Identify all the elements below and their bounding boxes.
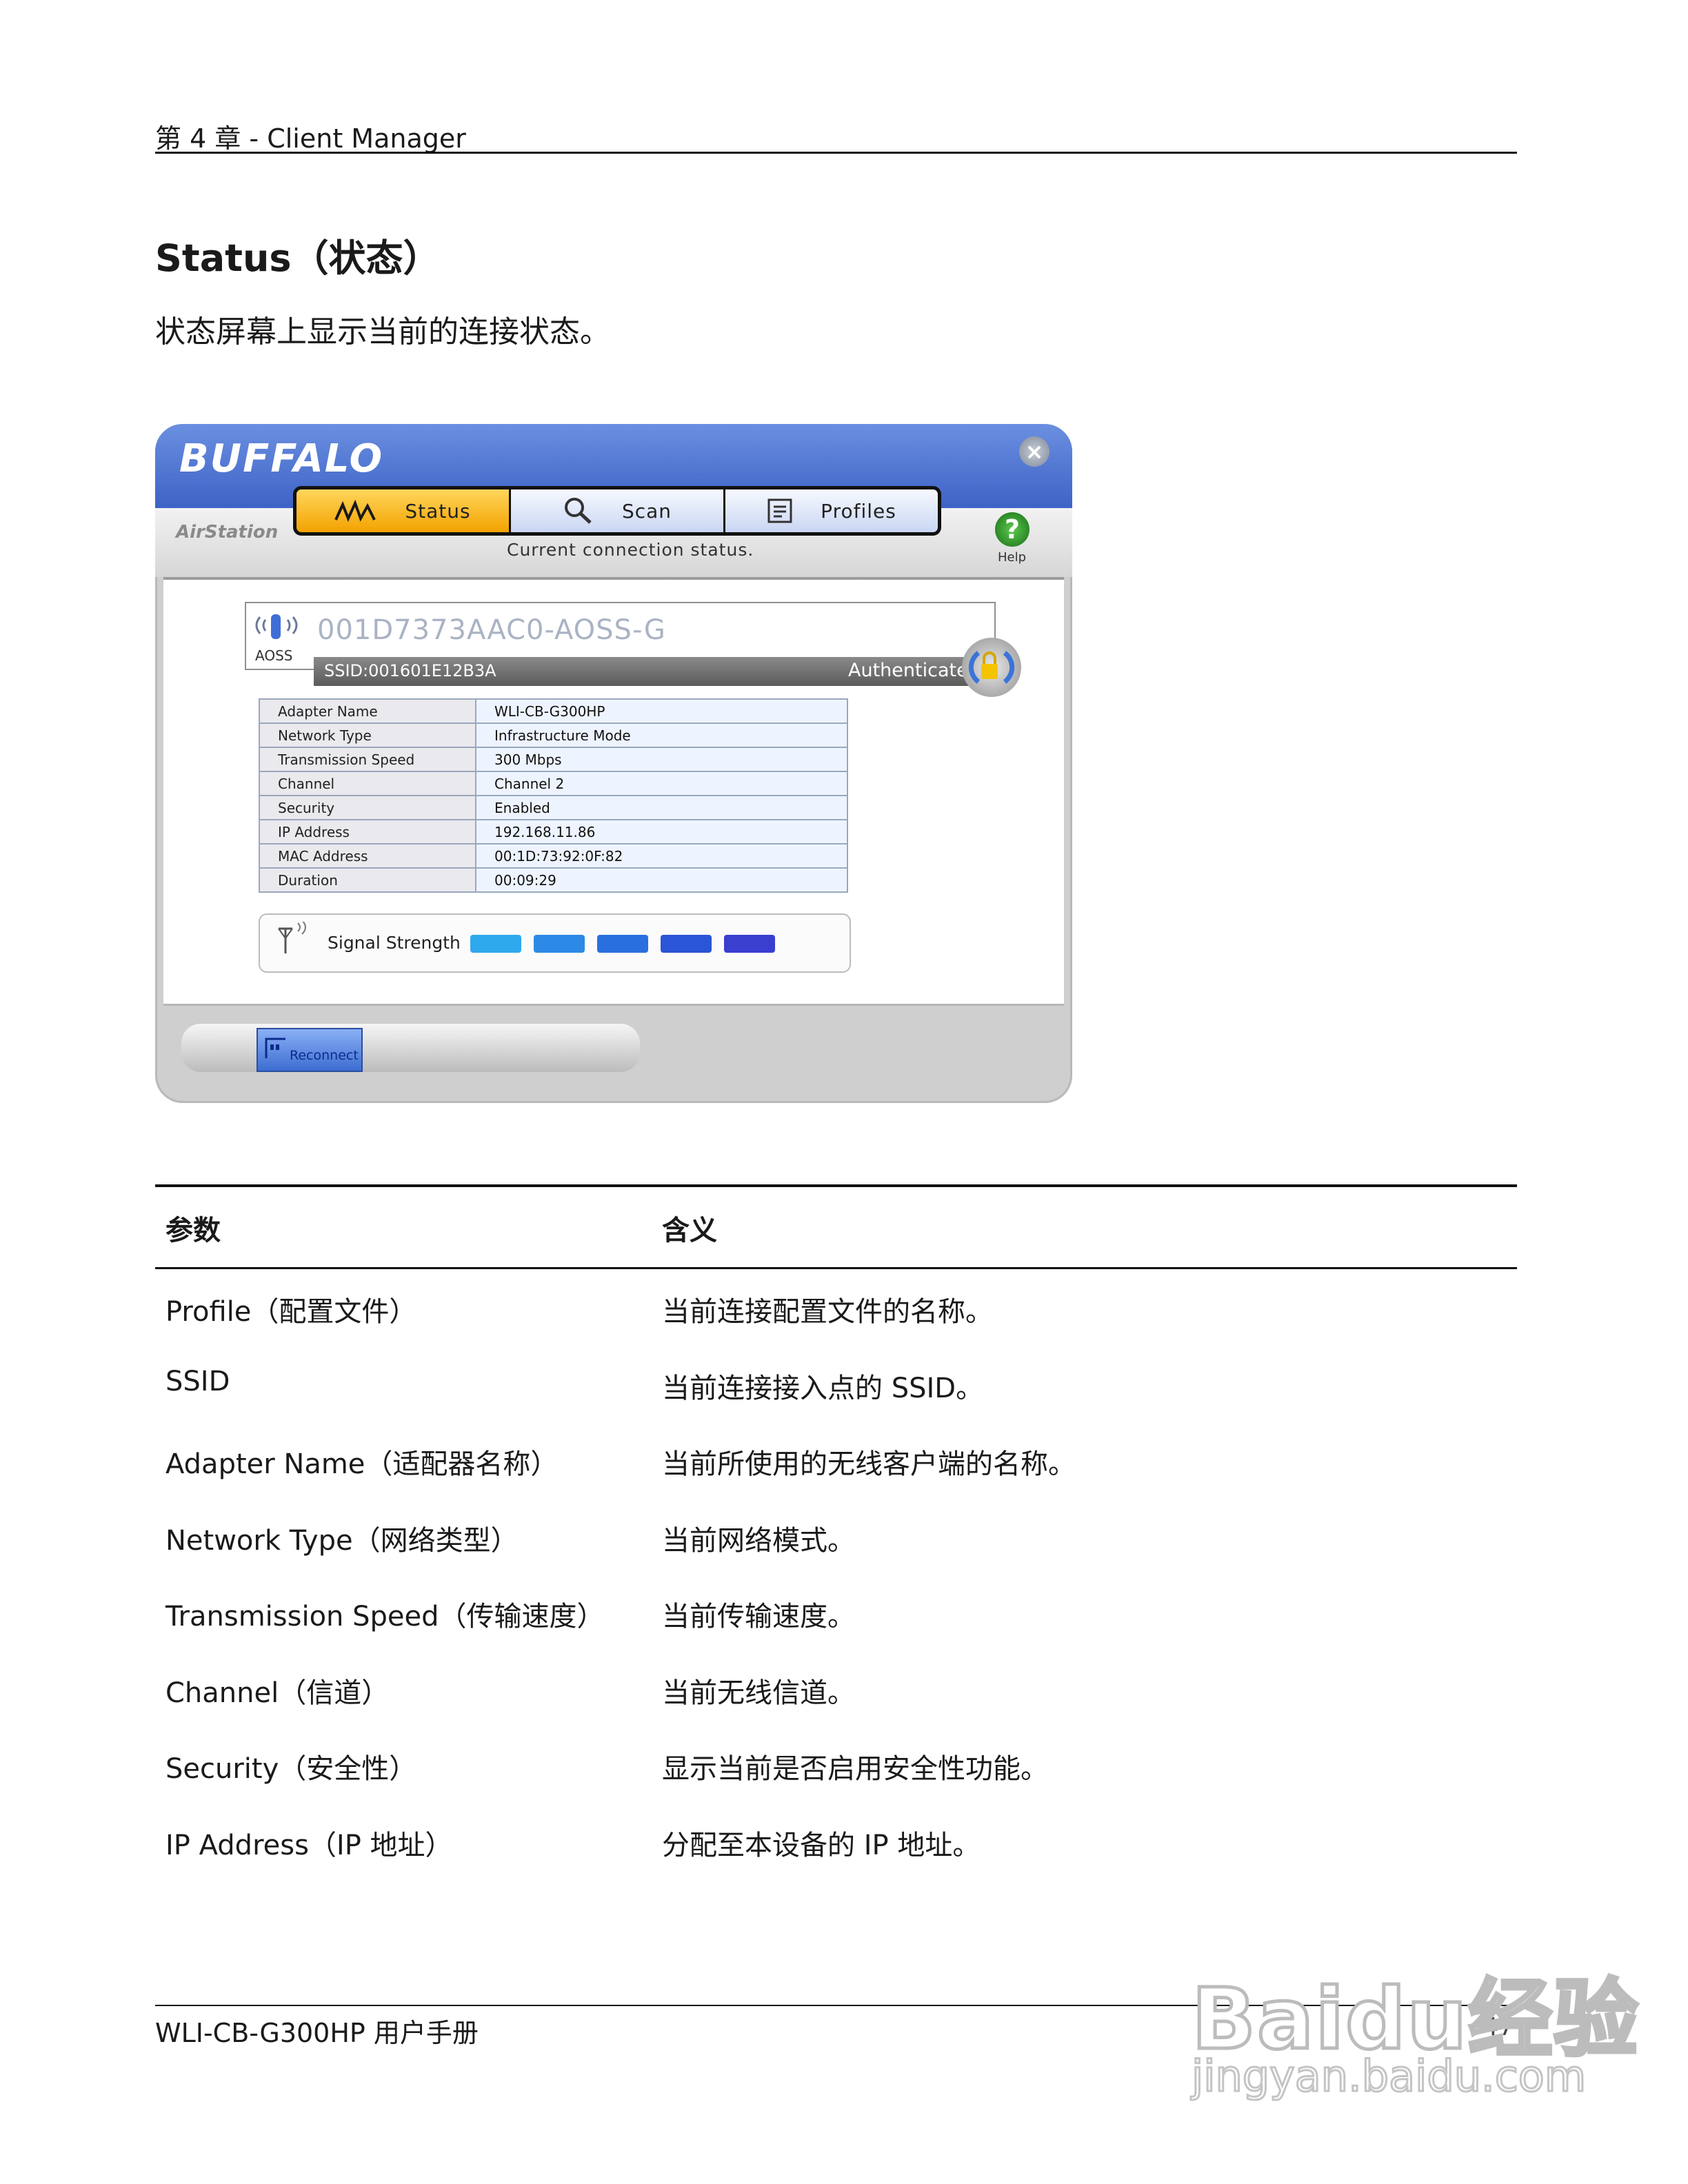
details-value: Enabled: [475, 795, 848, 820]
details-row: Duration 00:09:29: [259, 867, 848, 893]
reconnect-label: Reconnect: [290, 1048, 359, 1063]
details-key: Adapter Name: [259, 698, 476, 724]
parameter-name: Security（安全性）: [165, 1753, 417, 1785]
tab-scan[interactable]: Scan: [509, 489, 723, 532]
parameter-name: SSID: [165, 1365, 230, 1397]
details-row: Adapter Name WLI-CB-G300HP: [259, 698, 848, 724]
details-value: 192.168.11.86: [475, 819, 848, 845]
help-label: Help: [998, 550, 1027, 565]
buffalo-logo: BUFFALO: [179, 436, 384, 481]
connection-details-table: Adapter Name WLI-CB-G300HP Network Type Inf…: [259, 698, 848, 893]
parameter-meaning: 当前无线信道。: [662, 1677, 855, 1709]
header-meaning: 含义: [662, 1215, 717, 1246]
tab-profiles[interactable]: Profiles: [723, 489, 938, 532]
details-key: MAC Address: [259, 843, 476, 869]
watermark-url: jingyan.baidu.com: [1190, 2050, 1587, 2103]
details-value: 300 Mbps: [475, 747, 848, 772]
parameter-name: Channel（信道）: [165, 1677, 390, 1709]
waveform-icon: [334, 499, 376, 523]
tab-status-label: Status: [405, 499, 471, 523]
parameter-name: IP Address（IP 地址）: [165, 1829, 453, 1861]
parameter-meaning: 当前连接接入点的 SSID。: [662, 1372, 984, 1404]
aoss-label: AOSS: [255, 647, 293, 664]
details-row: Transmission Speed 300 Mbps: [259, 747, 848, 772]
details-key: IP Address: [259, 819, 476, 845]
signal-bar: [534, 935, 585, 953]
header-rule: [155, 152, 1517, 154]
details-key: Channel: [259, 771, 476, 796]
parameter-name: Adapter Name（适配器名称）: [165, 1448, 559, 1480]
antenna-icon: [278, 922, 306, 953]
close-icon: ×: [1025, 438, 1044, 465]
details-row: Security Enabled: [259, 795, 848, 820]
airstation-label: AirStation: [176, 522, 279, 543]
signal-bar: [597, 935, 648, 953]
section-title: Status（状态）: [155, 236, 441, 280]
parameter-meaning: 当前传输速度。: [662, 1601, 855, 1632]
magnifier-icon: [564, 498, 592, 524]
parameter-name: Transmission Speed（传输速度）: [165, 1601, 605, 1632]
parameter-name: Profile（配置文件）: [165, 1296, 417, 1328]
parameter-meaning: 分配至本设备的 IP 地址。: [662, 1829, 981, 1861]
ssid-text: SSID:001601E12B3A: [324, 661, 496, 680]
signal-strength-label: Signal Strength: [328, 933, 461, 953]
tab-profiles-label: Profiles: [821, 499, 896, 523]
auth-status: Authenticated: [848, 660, 980, 681]
aoss-icon: [255, 614, 298, 639]
table-top-rule: [155, 1184, 1517, 1187]
tab-scan-label: Scan: [621, 499, 672, 523]
parameter-meaning: 当前连接配置文件的名称。: [662, 1296, 993, 1328]
bottom-toolbar: [181, 1024, 640, 1072]
table-header-rule: [155, 1267, 1517, 1269]
details-key: Network Type: [259, 722, 476, 748]
details-value: 00:09:29: [475, 867, 848, 893]
section-intro: 状态屏幕上显示当前的连接状态。: [155, 314, 610, 350]
details-value: Infrastructure Mode: [475, 722, 848, 748]
parameter-meaning: 当前所使用的无线客户端的名称。: [662, 1448, 1076, 1480]
close-button[interactable]: ×: [1019, 436, 1049, 467]
footer-manual-title: WLI-CB-G300HP 用户手册: [155, 2018, 479, 2048]
details-value: WLI-CB-G300HP: [475, 698, 848, 724]
parameter-meaning: 当前网络模式。: [662, 1524, 855, 1557]
parameter-name: Network Type（网络类型）: [165, 1524, 519, 1557]
details-row: IP Address 192.168.11.86: [259, 819, 848, 845]
signal-bar: [470, 935, 521, 953]
status-description: Current connection status.: [507, 540, 754, 560]
document-icon: [767, 498, 792, 523]
client-manager-window: BUFFALO × AirStation Current connection …: [155, 424, 1072, 1103]
lock-icon: [962, 638, 1021, 697]
details-value: 00:1D:73:92:0F:82: [475, 843, 848, 869]
reconnect-icon: [265, 1038, 285, 1058]
signal-bar: [724, 935, 775, 953]
header-parameter: 参数: [165, 1215, 221, 1246]
details-row: Network Type Infrastructure Mode: [259, 722, 848, 748]
details-row: MAC Address 00:1D:73:92:0F:82: [259, 843, 848, 869]
details-key: Transmission Speed: [259, 747, 476, 772]
tab-bar: Status Scan Profiles: [293, 486, 941, 536]
details-key: Security: [259, 795, 476, 820]
details-row: Channel Channel 2: [259, 771, 848, 796]
parameter-meaning: 显示当前是否启用安全性功能。: [662, 1753, 1048, 1785]
profile-name: 001D7373AAC0-AOSS-G: [317, 614, 666, 646]
chapter-header: 第 4 章 - Client Manager: [155, 123, 466, 154]
details-key: Duration: [259, 867, 476, 893]
tab-status[interactable]: Status: [297, 489, 509, 532]
details-value: Channel 2: [475, 771, 848, 796]
signal-bar: [661, 935, 712, 953]
help-icon[interactable]: ?: [995, 512, 1029, 547]
